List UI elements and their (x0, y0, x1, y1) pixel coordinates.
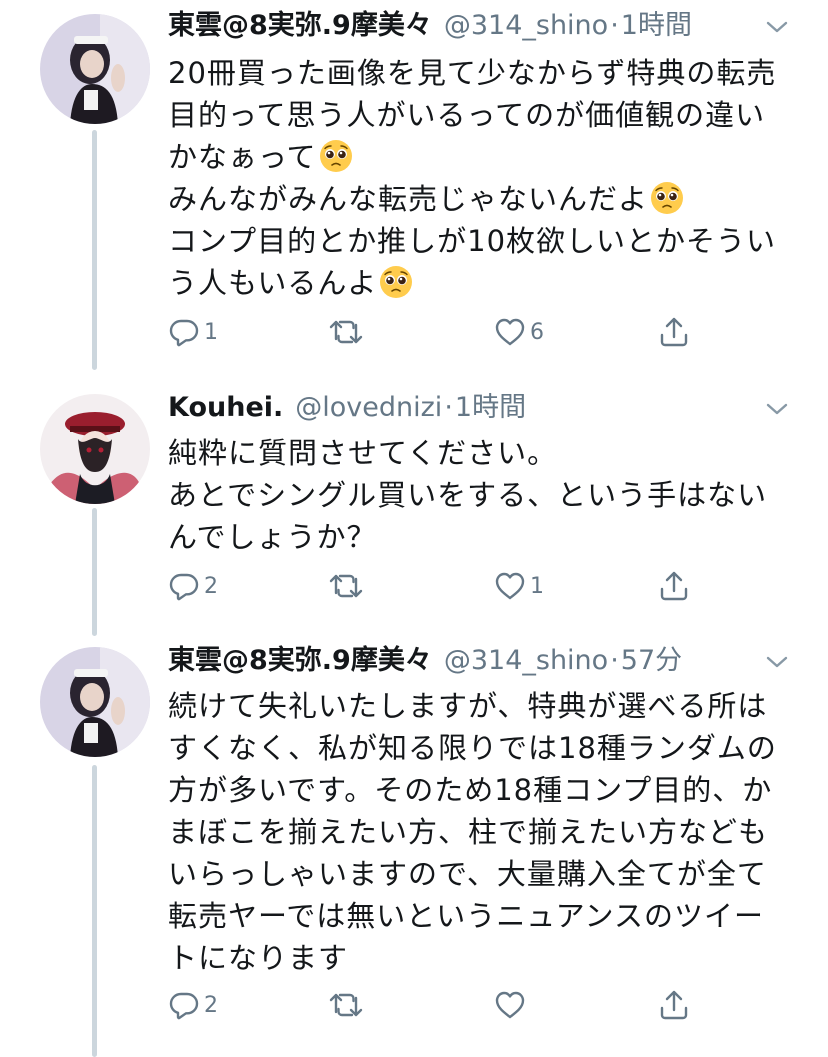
avatar[interactable] (40, 14, 150, 124)
text-line: かなぁって (168, 140, 317, 174)
reply-button[interactable]: 1 (168, 312, 218, 352)
like-count: 6 (530, 319, 544, 345)
reply-count: 2 (204, 992, 218, 1018)
timestamp[interactable]: 1時間 (621, 6, 692, 46)
like-button[interactable] (494, 985, 530, 1025)
tweet[interactable]: 東雲@8実弥.9摩美々 @314_shino · 1時間 20冊買った画像を見て… (0, 0, 828, 380)
text-line: んでしょうか？ (168, 520, 377, 554)
retweet-icon (328, 316, 364, 348)
text-line: 目的って思う人がいるってのが価値観の違い (168, 98, 766, 132)
text-line: まぼこを揃えたい方、柱で揃えたい方なども (168, 815, 769, 849)
tweet-actions: 2 (168, 985, 728, 1025)
share-button[interactable] (658, 985, 690, 1025)
share-button[interactable] (658, 566, 690, 606)
avatar[interactable] (40, 647, 150, 757)
share-icon (658, 316, 690, 348)
text-line: う人もいるんよ (168, 266, 378, 300)
tweet[interactable]: Kouhei. @lovednizi · 1時間 純粋に質問させてください。 あ… (0, 380, 828, 635)
separator-dot: · (444, 392, 453, 423)
heart-icon (494, 570, 526, 602)
tweet-actions: 1 6 (168, 312, 728, 352)
separator-dot: · (610, 10, 619, 41)
reply-icon (168, 989, 200, 1021)
display-name[interactable]: 東雲@8実弥.9摩美々 (168, 6, 432, 46)
text-line: 転売ヤーでは無いというニュアンスのツイー (168, 899, 764, 933)
separator-dot: · (610, 645, 619, 676)
text-line: かなぁって (168, 136, 788, 178)
like-button[interactable]: 6 (494, 312, 544, 352)
user-handle[interactable]: @314_shino (444, 641, 608, 681)
chevron-down-icon[interactable] (762, 394, 792, 424)
text-line: みんながみんな転売じゃないんだよ (168, 182, 649, 216)
text-line: すくなく、私が知る限りでは18種ランダムの (168, 731, 777, 765)
text-line: 20冊買った画像を見て少なからず特典の転売 (168, 56, 777, 90)
display-name[interactable]: Kouhei. (168, 388, 283, 428)
reply-icon (168, 570, 200, 602)
text-line: トになります (168, 941, 349, 975)
heart-icon (494, 989, 526, 1021)
like-count: 1 (530, 573, 544, 599)
tweet-actions: 2 1 (168, 566, 728, 606)
reply-button[interactable]: 2 (168, 566, 218, 606)
text-line: いらっしゃいますので、大量購入全てが全て (168, 857, 767, 891)
tweet-header: Kouhei. @lovednizi · 1時間 (168, 388, 788, 428)
retweet-button[interactable] (328, 985, 368, 1025)
text-line: 方が多いです。そのため18種コンプ目的、か (168, 773, 773, 807)
reply-button[interactable]: 2 (168, 985, 218, 1025)
user-handle[interactable]: @lovednizi (295, 388, 442, 428)
text-line: コンプ目的とか推しが10枚欲しいとかそうい (168, 224, 777, 258)
chevron-down-icon[interactable] (762, 12, 792, 42)
retweet-button[interactable] (328, 566, 368, 606)
share-icon (658, 989, 690, 1021)
text-line: みんながみんな転売じゃないんだよ (168, 178, 788, 220)
anime-character-avatar (40, 394, 150, 504)
chevron-down-icon[interactable] (762, 647, 792, 677)
pleading-face-emoji-icon (379, 265, 413, 299)
user-photo-avatar (40, 647, 150, 757)
tweet-header: 東雲@8実弥.9摩美々 @314_shino · 1時間 (168, 6, 788, 46)
avatar[interactable] (40, 394, 150, 504)
text-line: あとでシングル買いをする、という手はない (168, 478, 768, 512)
text-line: う人もいるんよ (168, 262, 788, 304)
timestamp[interactable]: 57分 (621, 641, 682, 681)
timestamp[interactable]: 1時間 (455, 388, 526, 428)
reply-count: 1 (204, 319, 218, 345)
share-icon (658, 570, 690, 602)
tweet-text: 続けて失礼いたしますが、特典が選べる所は すくなく、私が知る限りでは18種ランダ… (168, 685, 788, 979)
reply-icon (168, 316, 200, 348)
heart-icon (494, 316, 526, 348)
pleading-face-emoji-icon (319, 139, 353, 173)
text-line: 続けて失礼いたしますが、特典が選べる所は (168, 689, 768, 723)
tweet-text: 純粋に質問させてください。 あとでシングル買いをする、という手はない んでしょう… (168, 432, 788, 558)
tweet-header: 東雲@8実弥.9摩美々 @314_shino · 57分 (168, 641, 788, 681)
like-button[interactable]: 1 (494, 566, 544, 606)
tweet[interactable]: 東雲@8実弥.9摩美々 @314_shino · 57分 続けて失礼いたしますが… (0, 635, 828, 1057)
retweet-icon (328, 989, 364, 1021)
text-line: 純粋に質問させてください。 (168, 436, 558, 470)
retweet-button[interactable] (328, 312, 368, 352)
reply-count: 2 (204, 573, 218, 599)
tweet-text: 20冊買った画像を見て少なからず特典の転売 目的って思う人がいるってのが価値観の… (168, 52, 788, 304)
display-name[interactable]: 東雲@8実弥.9摩美々 (168, 641, 432, 681)
retweet-icon (328, 570, 364, 602)
share-button[interactable] (658, 312, 690, 352)
user-handle[interactable]: @314_shino (444, 6, 608, 46)
pleading-face-emoji-icon (650, 181, 684, 215)
user-photo-avatar (40, 14, 150, 124)
